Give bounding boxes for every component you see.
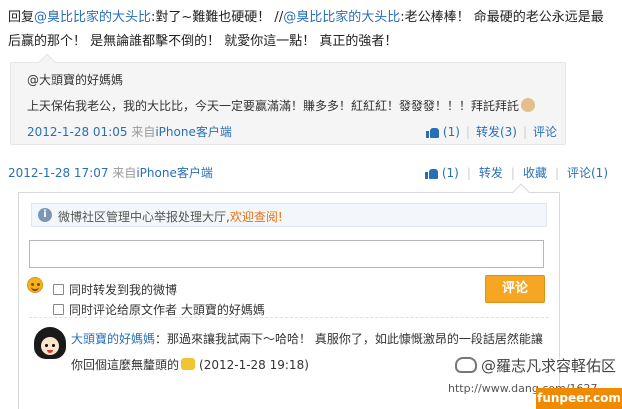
watermark: @羅志凡求容軽佑区 — [454, 355, 616, 376]
repost-like-button[interactable]: (1) — [425, 125, 460, 139]
comment-item-continued: 你回個這麼無釐頭的 (2012-1-28 19:18) — [71, 356, 309, 373]
post-actions: (1) | 转发 | 收藏 | 评论(1) — [424, 164, 608, 181]
like-button[interactable]: (1) — [424, 166, 459, 180]
forward-checkbox[interactable] — [53, 284, 64, 295]
repost-actions: (1) | 转发(3) | 评论 — [425, 123, 557, 140]
repost-box: @大頭寶的好媽媽 上天保佑我老公，我的大比比，今天一定要赢滿滿！賺多多！紅紅紅！… — [10, 53, 566, 145]
comment-time: (2012-1-28 19:18) — [199, 358, 309, 372]
notice-label: 微博社区管理中心举报处理大厅, — [58, 210, 230, 224]
submit-comment-button[interactable]: 评论 — [485, 275, 545, 303]
repost-text-body: 上天保佑我老公，我的大比比，今天一定要赢滿滿！賺多多！紅紅紅！發發發！！！拜託拜… — [27, 99, 520, 113]
repost-source-prefix: 来自 — [131, 125, 156, 139]
post-source-prefix: 来自 — [112, 166, 137, 180]
comment-input[interactable] — [29, 240, 544, 268]
comment-divider — [29, 317, 549, 318]
notice-link[interactable]: 欢迎查阅! — [230, 210, 283, 224]
like-count: (1) — [441, 166, 459, 180]
avatar[interactable] — [33, 327, 67, 361]
post-text-part-1: :對了~難難也硬硬！ // — [151, 10, 284, 25]
watermark-line-1: @羅志凡求容軽佑区 — [480, 357, 616, 375]
post-time-link[interactable]: 2012-1-28 17:07 — [8, 166, 109, 180]
grin-emoji-icon — [181, 358, 196, 370]
comment-author-checkbox-row[interactable]: 同时评论给原文作者 大頭寶的好媽媽 — [53, 301, 265, 318]
repost-like-count: (1) — [442, 125, 460, 139]
brand-badge: funpeer.com — [536, 388, 622, 409]
forward-link[interactable]: 转发 — [479, 166, 503, 180]
thumbs-up-icon — [424, 166, 438, 179]
post-source-link[interactable]: iPhone客户端 — [136, 166, 213, 180]
comment-author-link[interactable]: 大頭寶的好媽媽 — [71, 332, 155, 346]
repost-author-link[interactable]: @大頭寶的好媽媽 — [27, 71, 123, 88]
reply-prefix: 回复 — [8, 10, 35, 25]
post-meta: 2012-1-28 17:07 来自iPhone客户端 — [8, 164, 213, 181]
favorite-link[interactable]: 收藏 — [523, 166, 547, 180]
repost-forward-link[interactable]: 转发(3) — [476, 125, 517, 139]
pray-emoji-icon — [521, 98, 536, 112]
comment-panel-caret — [512, 183, 530, 201]
repost-comment-link[interactable]: 评论 — [533, 125, 557, 139]
post-text: 回复@臭比比家的大头比:對了~難難也硬硬！ //@臭比比家的大头比:老公棒棒！ … — [8, 6, 614, 54]
comment-link[interactable]: 评论(1) — [567, 166, 608, 180]
repost-time-link[interactable]: 2012-1-28 01:05 — [27, 125, 128, 139]
notice-bar: i 微博社区管理中心举报处理大厅,欢迎查阅! — [31, 203, 547, 227]
thumbs-up-icon — [425, 125, 439, 138]
repost-caret — [38, 53, 56, 71]
info-icon: i — [38, 208, 52, 222]
comment-author-checkbox[interactable] — [53, 304, 64, 315]
comment-text-1: ：那過來讓我試兩下～哈哈！ 真服你了，如此慷慨激昂的一段話居然能讓 — [155, 332, 543, 346]
emoji-icon[interactable] — [27, 277, 43, 293]
notice-text: 微博社区管理中心举报处理大厅,欢迎查阅! — [58, 208, 283, 225]
comment-text-2: 你回個這麼無釐頭的 — [71, 358, 180, 372]
mention-link-1[interactable]: @臭比比家的大头比 — [34, 10, 151, 25]
comment-item: 大頭寶的好媽媽：那過來讓我試兩下～哈哈！ 真服你了，如此慷慨激昂的一段話居然能讓 — [71, 330, 543, 347]
forward-checkbox-label: 同时转发到我的微博 — [69, 283, 178, 297]
repost-meta: 2012-1-28 01:05 来自iPhone客户端 — [27, 123, 232, 140]
forward-checkbox-row[interactable]: 同时转发到我的微博 — [53, 281, 177, 298]
comment-author-checkbox-label: 同时评论给原文作者 大頭寶的好媽媽 — [69, 303, 265, 317]
weibo-logo-icon — [454, 357, 477, 373]
mention-link-2[interactable]: @臭比比家的大头比 — [283, 10, 400, 25]
repost-source-link[interactable]: iPhone客户端 — [155, 125, 232, 139]
comment-panel: i 微博社区管理中心举报处理大厅,欢迎查阅! 同时转发到我的微博 同时评论给原文… — [18, 183, 560, 409]
repost-text: 上天保佑我老公，我的大比比，今天一定要赢滿滿！賺多多！紅紅紅！發發發！！！拜託拜… — [27, 97, 536, 114]
